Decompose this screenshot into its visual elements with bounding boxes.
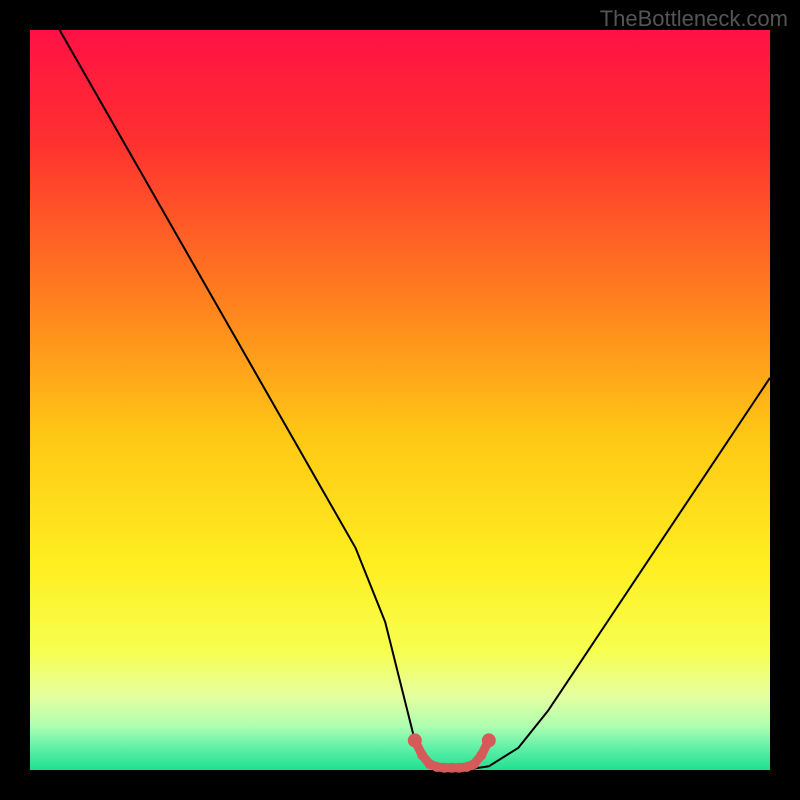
highlight-dot — [469, 759, 479, 769]
highlight-dot — [482, 733, 496, 747]
highlight-dot — [408, 733, 422, 747]
chart-svg — [0, 0, 800, 800]
highlight-dot — [476, 750, 486, 760]
chart-container: TheBottleneck.com — [0, 0, 800, 800]
highlight-dot — [417, 750, 427, 760]
plot-background — [30, 30, 770, 770]
watermark-text: TheBottleneck.com — [600, 6, 788, 32]
